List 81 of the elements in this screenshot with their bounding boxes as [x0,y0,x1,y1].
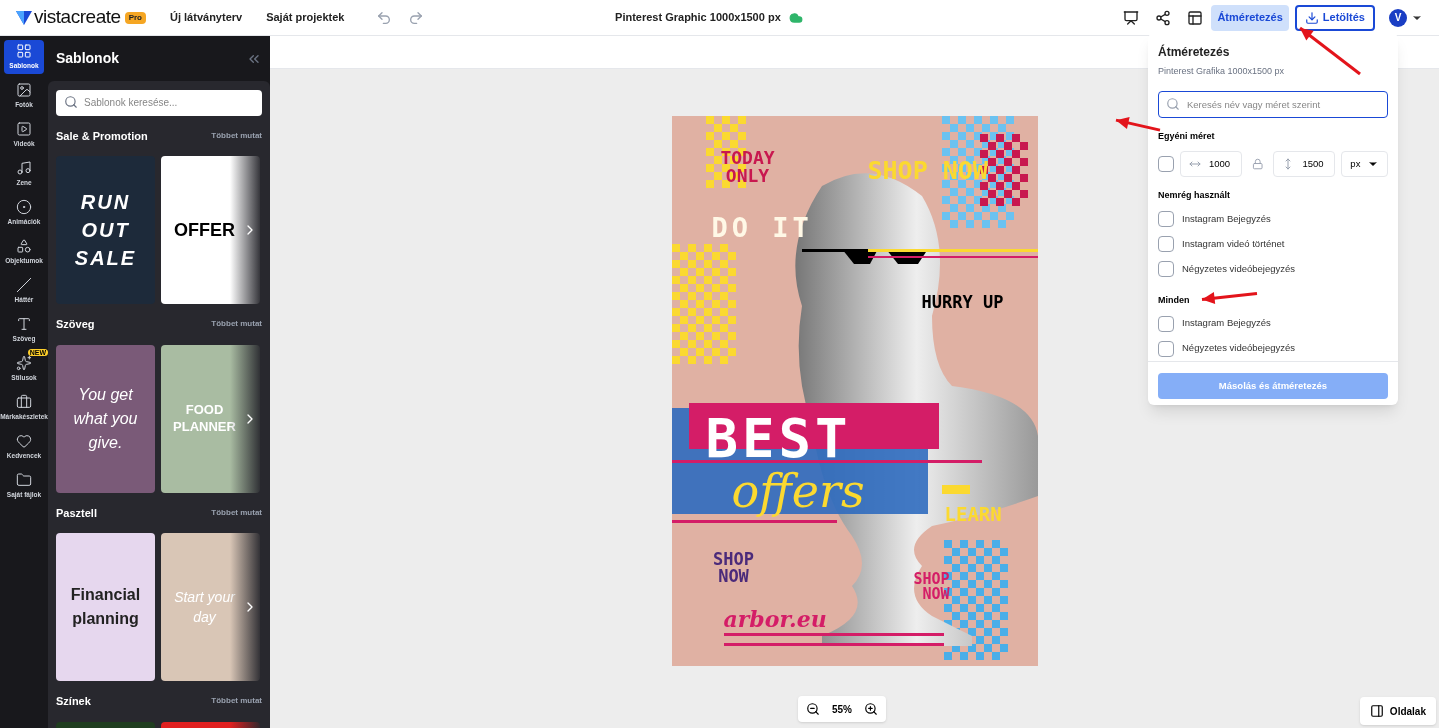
thumbnail-title: Financial planning [69,585,142,629]
cloud-icon [788,10,803,25]
folder-icon [16,472,32,489]
annotation-arrow [1200,289,1259,306]
checkbox[interactable] [1158,236,1174,252]
format-option[interactable]: Instagram Bejegyzés [1182,316,1271,331]
template-thumbnail[interactable]: Financial planning [56,533,155,681]
shapes-icon [16,238,32,255]
format-option[interactable]: Négyzetes videóbejegyzés [1182,341,1295,356]
popover-title: Átméretezés [1158,43,1231,61]
show-more-link[interactable]: Többet mutat [211,318,262,331]
checkbox[interactable] [1158,211,1174,227]
popover-subtitle: Pinterest Grafika 1000x1500 px [1158,65,1286,78]
panel-icon [1369,704,1384,718]
panel-title: Sablonok [56,49,119,68]
pages-button[interactable]: Oldalak [1359,697,1436,725]
section-title: Sale & Promotion [56,128,148,144]
logo-icon [16,10,32,25]
search-field[interactable]: Sablonok keresése... [56,89,262,116]
show-more-link[interactable]: Többet mutat [211,129,262,142]
text-icon [16,316,32,333]
zoom-level: 55% [832,702,852,717]
image-icon [16,82,32,99]
checkbox[interactable] [1158,156,1174,172]
thumbnail-title: FOOD PLANNER [172,402,237,435]
pro-badge: Pro [124,11,146,24]
redo-icon[interactable] [408,9,425,26]
poster-text[interactable]: HURRY UP [919,294,1004,311]
template-thumbnail[interactable]: OFFER [161,156,260,304]
download-button[interactable]: Letöltés [1294,4,1375,31]
template-thumbnail[interactable]: You get what you give. [56,344,155,493]
avatar[interactable]: V [1389,8,1407,27]
thumbnail-title: OFFER [174,219,235,242]
format-option[interactable]: Négyzetes videóbejegyzés [1182,261,1295,277]
unit-dropdown[interactable]: px [1341,151,1388,177]
checkbox[interactable] [1158,340,1174,357]
height-field[interactable]: 1500 [1273,151,1336,177]
resize-button[interactable]: Átméretezés [1211,4,1289,31]
section-title: Színek [56,694,91,709]
play-icon [16,121,32,138]
logo-text: vistacreate [34,5,121,30]
checkbox[interactable] [1158,261,1174,277]
heart-icon [16,433,32,450]
briefcase-icon [16,394,32,411]
show-more-link[interactable]: Többet mutat [211,506,262,519]
zoom-in-icon[interactable] [864,702,878,716]
stripe [941,485,970,494]
width-field[interactable]: 1000 [1180,151,1242,177]
group-title: Minden [1158,293,1190,307]
nav-link[interactable]: Saját projektek [266,9,345,26]
annotation-arrow [1114,114,1162,132]
poster-text[interactable]: SHOP NOW [699,551,768,585]
document-title[interactable]: Pinterest Graphic 1000x1500 px [615,9,781,26]
thumbnail-title: RUN OUT SALE [73,190,138,271]
present-icon[interactable] [1123,9,1140,26]
thumbnail-title: You get what you give. [72,384,139,453]
grid-icon [16,43,32,60]
layout-icon[interactable] [1187,9,1204,26]
template-thumbnail[interactable]: RUN OUT SALE [56,156,155,304]
search-icon [1166,96,1180,111]
group-title: Nemrég használt [1158,189,1231,202]
section-title: Pasztell [56,505,97,521]
thumbnail-title: Start your day [173,588,237,627]
search-icon [64,95,78,109]
format-option[interactable]: Instagram Bejegyzés [1182,211,1271,227]
show-more-link[interactable]: Többet mutat [211,695,262,708]
zoom-out-icon[interactable] [806,702,820,716]
circle-icon [16,199,32,216]
undo-icon[interactable] [376,9,393,26]
share-icon[interactable] [1155,9,1172,26]
size-search-field[interactable]: Keresés név vagy méret szerint [1158,90,1388,118]
checkbox[interactable] [1158,315,1174,332]
annotation-arrow [1298,26,1362,76]
nav-link[interactable]: Új látványterv [170,9,243,26]
lock-icon[interactable] [1251,158,1264,170]
group-title: Egyéni méret [1158,129,1215,143]
music-icon [16,160,32,177]
section-title: Szöveg [56,317,95,332]
download-icon [1304,10,1319,25]
format-option[interactable]: Instagram videó történet [1182,236,1285,252]
sparkle-icon [16,355,32,372]
